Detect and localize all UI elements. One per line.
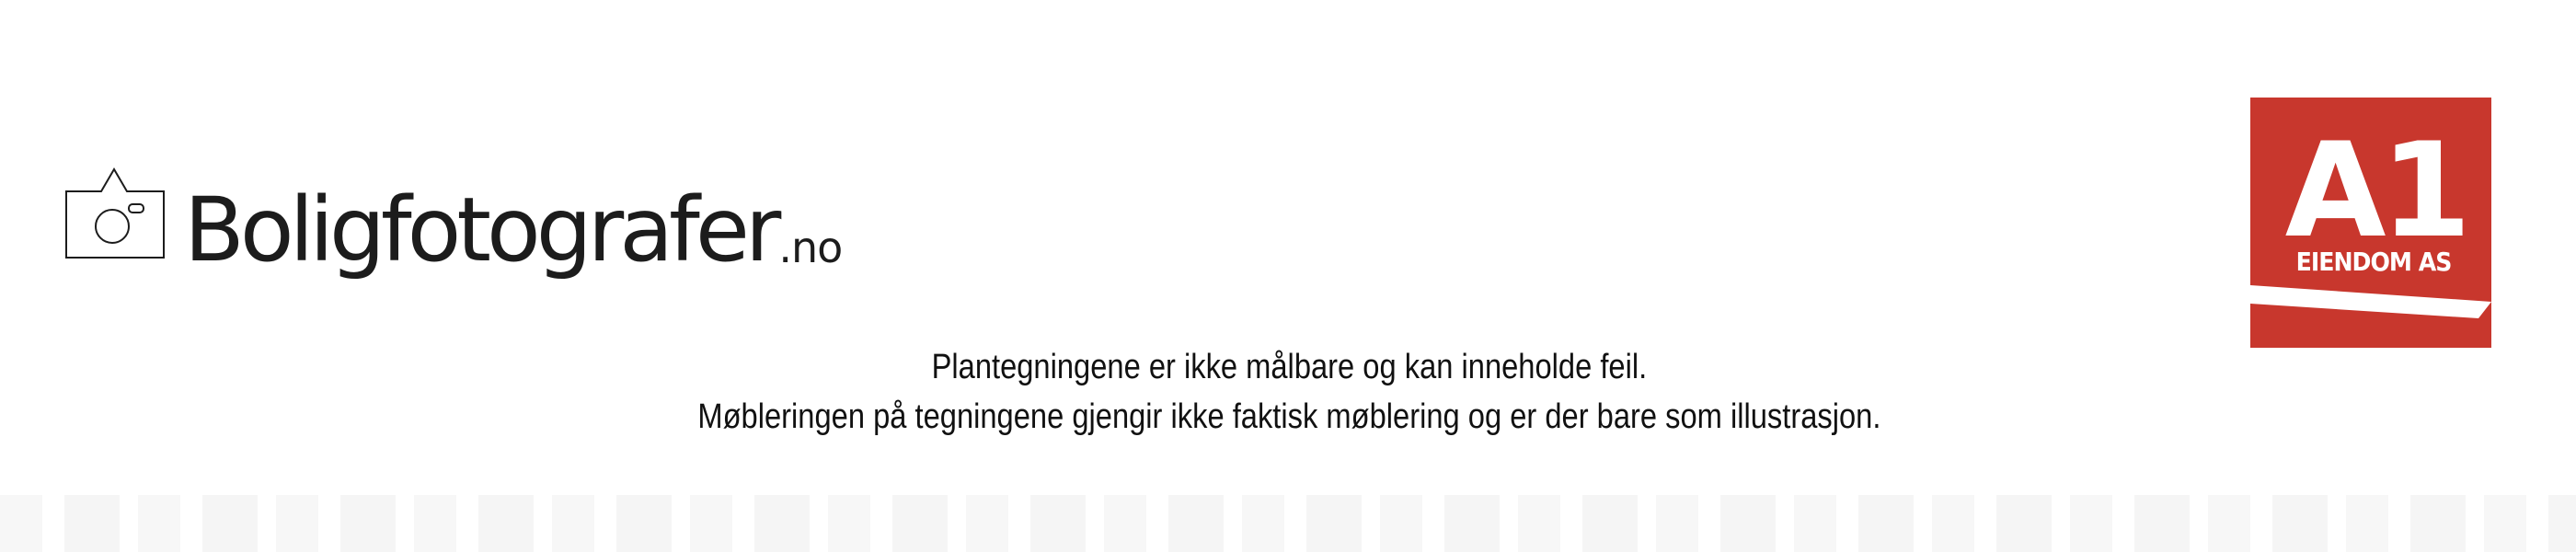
logo-tld: .no xyxy=(778,223,843,272)
disclaimer-line-1: Plantegningene er ikke målbare og kan in… xyxy=(931,348,1648,386)
logo-subtitle: EIENDOM AS xyxy=(2296,247,2452,277)
logo-a1-mark: A1 xyxy=(2285,115,2467,267)
floorplan-footer: Boligfotografer .no A1 EIENDOM AS Plante… xyxy=(0,0,2576,552)
boligfotografer-logo: Boligfotografer .no xyxy=(64,164,843,282)
logo-wordmark: Boligfotografer xyxy=(184,178,781,282)
disclaimer: Plantegningene er ikke målbare og kan in… xyxy=(181,342,2397,442)
disclaimer-line-2: Møbleringen på tegningene gjengir ikke f… xyxy=(697,397,1881,436)
camera-house-icon xyxy=(65,167,165,259)
bottom-edge-strip xyxy=(0,495,2576,552)
a1-eiendom-logo: A1 EIENDOM AS xyxy=(2250,98,2491,348)
